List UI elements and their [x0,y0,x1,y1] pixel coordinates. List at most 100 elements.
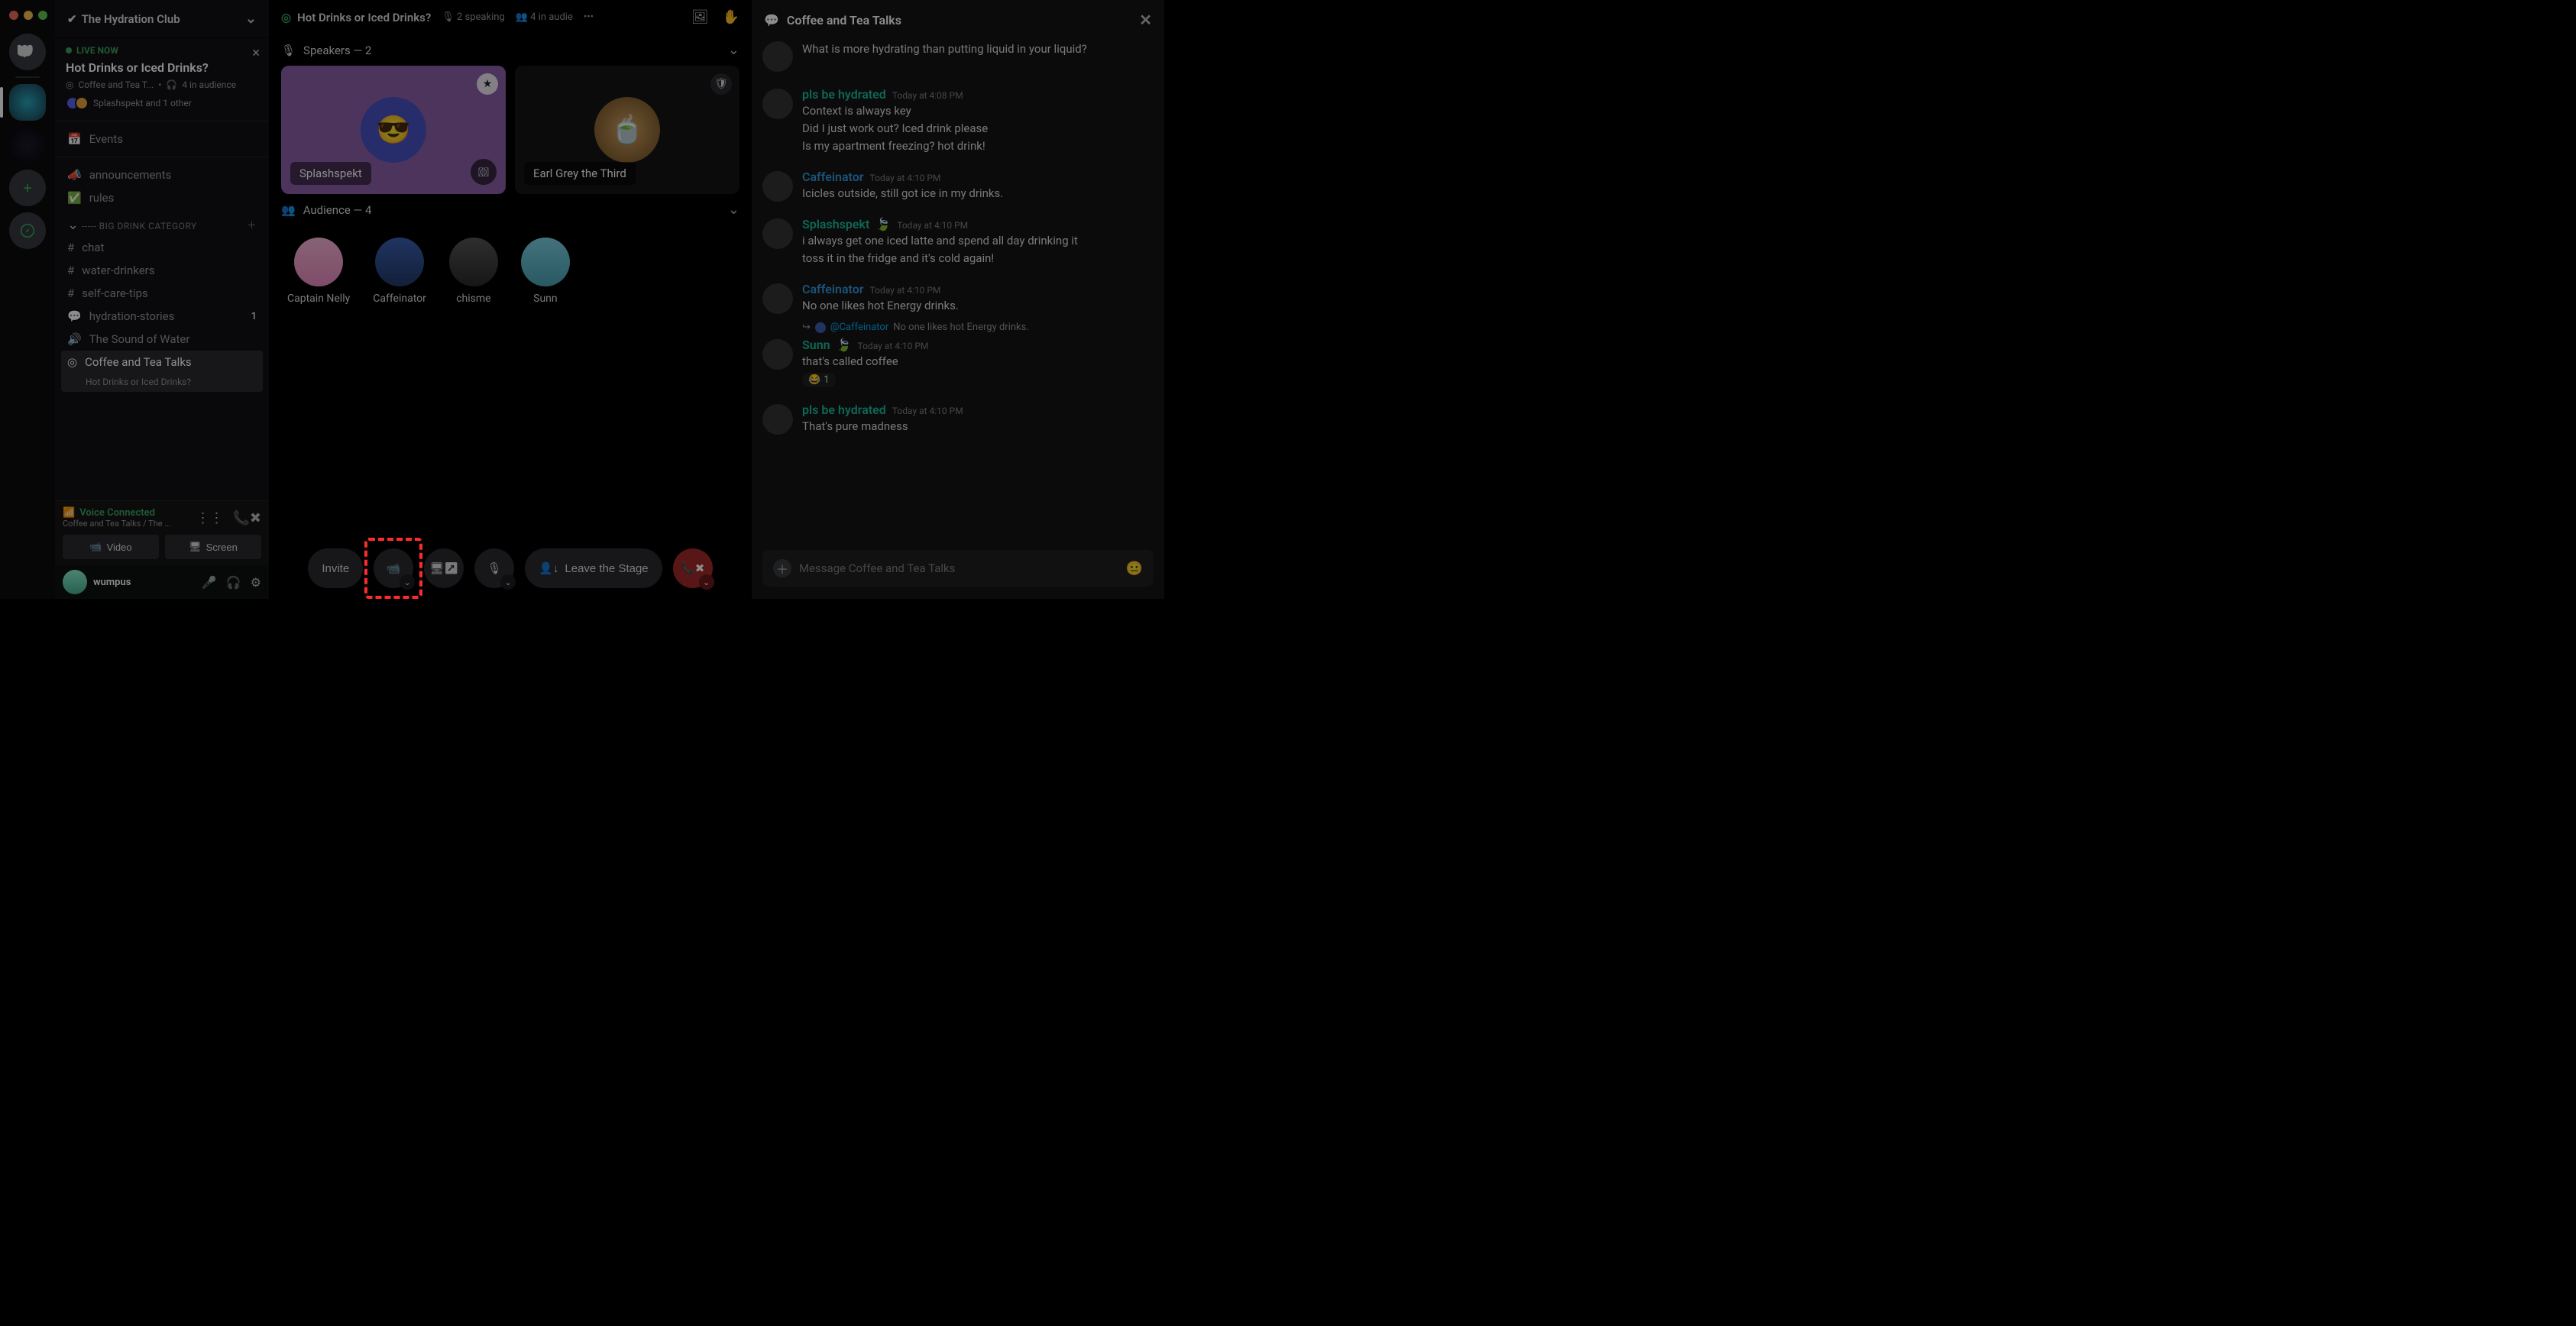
chat-header: 💬 Coffee and Tea Talks ✕ [752,0,1164,40]
live-now-card[interactable]: × LIVE NOW Hot Drinks or Iced Drinks? ◎C… [55,37,269,121]
close-icon[interactable]: × [252,45,260,61]
chevron-down-icon[interactable]: ⌄ [400,574,415,590]
category-header[interactable]: ⌄ ----- BIG DRINK CATEGORY＋ [55,209,269,236]
server-header[interactable]: ✔The Hydration Club ⌄ [55,0,269,37]
message-timestamp: Today at 4:10 PM [870,173,941,183]
raise-hand-icon[interactable]: ✋ [723,9,739,25]
channel-water-drinkers[interactable]: #water-drinkers [55,259,269,282]
disconnect-button[interactable]: 📞✖ ⌄ [673,548,713,588]
message-field[interactable]: Message Coffee and Tea Talks [799,561,1118,575]
stage-icon: ◎ [66,79,73,90]
more-icon[interactable]: ••• [584,11,594,23]
chat-input[interactable]: ＋ Message Coffee and Tea Talks 😐 [762,550,1154,587]
speaker-name: Splashspekt [290,162,371,185]
mic-icon: 🎙 [442,11,455,23]
channel-list: 📣announcements ✅rules ⌄ ----- BIG DRINK … [55,157,269,500]
voice-panel: 📶Voice Connected Coffee and Tea Talks / … [55,500,269,565]
channel-hydration-stories[interactable]: 💬hydration-stories1 [55,305,269,328]
events-row[interactable]: 📅Events [55,121,269,157]
explore-button[interactable] [9,212,46,249]
add-server-button[interactable]: + [9,170,46,206]
screen-button[interactable]: 🖥Screen [165,535,261,559]
deafen-icon[interactable]: 🎧 [226,575,241,590]
message: Splashspekt🍃Today at 4:10 PM i always ge… [762,209,1154,274]
hangup-icon: 📞✖ [681,561,704,575]
message-author[interactable]: pls be hydrated [802,87,886,102]
camera-toggle-button[interactable]: 📹 ⌄ [374,548,413,588]
video-button[interactable]: 📹Video [63,535,159,559]
message-timestamp: Today at 4:08 PM [892,90,963,101]
speaker-card-earl-grey[interactable]: 🛡 🍵 Earl Grey the Third [515,66,739,194]
chat-message-list[interactable]: What is more hydrating than putting liqu… [752,40,1164,542]
voice-channel-path: Coffee and Tea Talks / The ... [63,519,171,529]
noise-suppression-icon[interactable]: ⋮⋮ [196,510,224,526]
message-author[interactable]: Splashspekt [802,217,869,231]
window-controls[interactable] [9,6,47,27]
server-item-2[interactable] [9,127,46,163]
avatar[interactable] [762,404,793,435]
camera-icon: 📹 [89,541,102,553]
voice-status[interactable]: 📶Voice Connected [63,507,171,519]
share-screen-button[interactable]: 🖥↗ [424,548,464,588]
hash-icon: # [67,286,74,300]
message-author[interactable]: Caffeinator [802,282,864,296]
badge-icon: 🍃 [837,338,852,352]
audience-member[interactable]: Sunn [521,238,570,305]
message-author[interactable]: pls be hydrated [802,403,886,417]
message: pls be hydratedToday at 4:08 PM Context … [762,79,1154,162]
audience-member[interactable]: Captain Nelly [287,238,350,305]
settings-icon[interactable]: ⚙ [251,575,261,590]
speaker-icon: 🔊 [67,332,82,346]
audience-member[interactable]: Caffeinator [373,238,426,305]
mic-icon: 🎙 [487,561,502,575]
speakers-grid: ★ 😎 Splashspekt 🎤⃠ 🛡 🍵 Earl Grey the Thi… [269,66,752,194]
avatar[interactable] [762,218,793,249]
self-username[interactable]: wumpus [93,577,196,588]
live-sub: ◎Coffee and Tea T... • 🎧4 in audience [66,79,258,90]
message-author[interactable]: Sunn [802,338,830,352]
avatar[interactable] [762,89,793,119]
channel-rules[interactable]: ✅rules [55,186,269,209]
pip-icon[interactable]: 🖼 [691,9,709,25]
audience-member[interactable]: chisme [449,238,498,305]
channel-sound-of-water[interactable]: 🔊The Sound of Water [55,328,269,351]
channel-chat[interactable]: #chat [55,236,269,259]
channel-announcements[interactable]: 📣announcements [55,163,269,186]
chevron-down-icon[interactable]: ⌄ [699,574,714,590]
speaker-card-splashspekt[interactable]: ★ 😎 Splashspekt 🎤⃠ [281,66,506,194]
add-channel-icon[interactable]: ＋ [247,218,257,231]
self-avatar[interactable] [63,570,87,594]
invite-button[interactable]: Invite [308,548,363,588]
audience-header-row[interactable]: 👥Audience — 4 ⌄ [269,194,752,225]
disconnect-icon[interactable]: 📞✖ [233,510,262,526]
channel-self-care-tips[interactable]: #self-care-tips [55,282,269,305]
message-author[interactable]: Caffeinator [802,170,864,184]
leave-stage-button[interactable]: 👤↓Leave the Stage [525,548,662,588]
chat-title: Coffee and Tea Talks [787,13,901,27]
avatar[interactable] [762,171,793,202]
attach-icon[interactable]: ＋ [773,559,791,577]
mute-icon[interactable]: 🎤 [202,575,217,590]
avatar[interactable] [762,283,793,314]
emoji-picker-icon[interactable]: 😐 [1126,561,1143,577]
avatar[interactable] [762,339,793,370]
chevron-down-icon[interactable]: ⌄ [500,574,516,590]
chevron-down-icon[interactable]: ⌄ [728,42,739,58]
avatar[interactable] [762,41,793,72]
headphones-icon: 🎧 [166,79,177,90]
chevron-down-icon[interactable]: ⌄ [245,11,257,27]
close-icon[interactable]: ✕ [1139,11,1152,29]
thread-icon: 💬 [67,309,82,323]
chevron-down-icon[interactable]: ⌄ [728,202,739,218]
mic-toggle-button[interactable]: 🎙 ⌄ [474,548,514,588]
server-hydration-club[interactable] [9,84,46,121]
dm-button[interactable] [9,34,46,70]
message: What is more hydrating than putting liqu… [762,40,1154,79]
channel-coffee-tea-talks[interactable]: ◎Coffee and Tea Talks Hot Drinks or Iced… [61,351,263,392]
audience-grid: Captain Nelly Caffeinator chisme Sunn [269,225,752,317]
muted-icon: 🎤⃠ [471,159,497,185]
live-badge: LIVE NOW [66,45,258,56]
message-timestamp: Today at 4:10 PM [892,406,963,416]
reaction[interactable]: 😂1 [802,373,836,387]
speakers-header-row[interactable]: 🎙Speakers — 2 ⌄ [269,34,752,66]
